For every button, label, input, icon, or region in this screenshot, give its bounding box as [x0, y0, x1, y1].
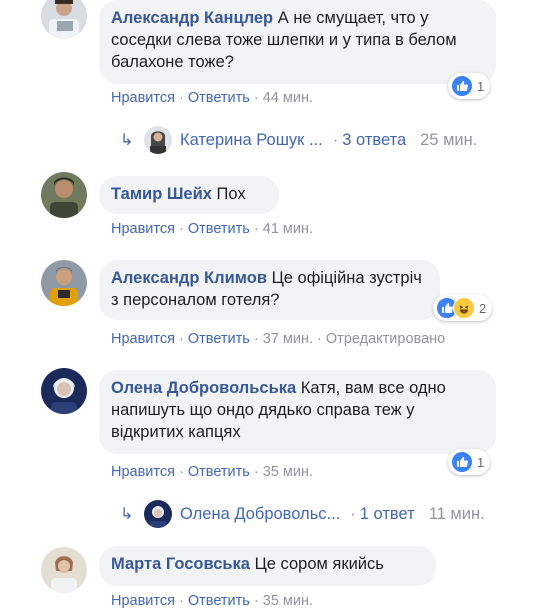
comment-actions: Нравится · Ответить · 35 мин. [111, 464, 314, 480]
comment-time[interactable]: 44 мин. [263, 90, 313, 106]
avatar [144, 500, 172, 528]
avatar[interactable] [41, 368, 87, 414]
reaction-summary[interactable]: 1 [448, 73, 491, 99]
reply-count: 1 ответ [359, 504, 415, 523]
reply-link[interactable]: Ответить [188, 331, 250, 347]
reply-link[interactable]: Ответить [188, 464, 250, 480]
comment-time[interactable]: 35 мин. [263, 464, 313, 480]
reply-time: 11 мин. [428, 504, 485, 523]
comment-author[interactable]: Александр Канцлер [111, 9, 273, 27]
comment-author[interactable]: Олена Добровольська [111, 379, 296, 397]
reply-link[interactable]: Ответить [188, 593, 250, 609]
like-link[interactable]: Нравится [111, 464, 175, 480]
comment-actions: Нравится · Ответить · 37 мин. · Отредакт… [111, 331, 446, 347]
comment-time[interactable]: 35 мин. [263, 593, 313, 609]
comment-text: Пох [216, 185, 246, 203]
comment-actions: Нравится · Ответить · 44 мин. [111, 90, 314, 106]
reaction-count: 2 [479, 300, 487, 316]
haha-icon [453, 297, 475, 319]
avatar [144, 126, 172, 154]
reply-author: Катерина Рошук ... [180, 130, 323, 149]
avatar[interactable] [41, 172, 87, 218]
comment-bubble: Марта Госовська Це сором якийсь [99, 546, 436, 586]
like-icon [451, 75, 473, 97]
avatar[interactable] [41, 260, 87, 306]
reaction-summary[interactable]: 1 [448, 449, 491, 475]
reply-link[interactable]: Ответить [188, 90, 250, 106]
comment-bubble: Александр Канцлер А не смущает, что у со… [99, 0, 496, 84]
like-link[interactable]: Нравится [111, 90, 175, 106]
reply-link[interactable]: Ответить [188, 221, 250, 237]
reaction-count: 1 [477, 78, 485, 94]
reply-count: 3 ответа [342, 130, 407, 149]
like-link[interactable]: Нравится [111, 593, 175, 609]
edited-label[interactable]: Отредактировано [326, 331, 445, 347]
replies-link[interactable]: ↳ Олена Добровольс... · 1 ответ 11 мин. [120, 498, 485, 530]
reply-arrow-icon: ↳ [120, 132, 134, 149]
comment-author[interactable]: Тамир Шейх [111, 185, 212, 203]
reaction-count: 1 [477, 454, 485, 470]
comment-actions: Нравится · Ответить · 35 мин. [111, 593, 314, 609]
comment-bubble: Олена Добровольська Катя, вам все одно н… [99, 370, 496, 454]
comment-bubble: Тамир Шейх Пох [99, 176, 279, 214]
like-link[interactable]: Нравится [111, 221, 175, 237]
comment-text: Це сором якийсь [254, 555, 384, 573]
comment-actions: Нравится · Ответить · 41 мин. [111, 221, 314, 237]
replies-link[interactable]: ↳ Катерина Рошук ... · 3 ответа 25 мин. [120, 124, 477, 156]
comment-author[interactable]: Марта Госовська [111, 555, 250, 573]
like-icon [451, 451, 473, 473]
comment-time[interactable]: 41 мин. [263, 221, 313, 237]
reaction-summary[interactable]: 2 [433, 295, 493, 321]
avatar[interactable] [41, 547, 87, 593]
comment-author[interactable]: Александр Климов [111, 269, 267, 287]
comment-time[interactable]: 37 мин. [263, 331, 313, 347]
reply-arrow-icon: ↳ [120, 506, 134, 523]
reply-author: Олена Добровольс... [180, 504, 341, 523]
reply-time: 25 мин. [420, 130, 478, 149]
like-link[interactable]: Нравится [111, 331, 175, 347]
avatar[interactable] [41, 0, 87, 39]
comment-bubble: Александр Климов Це офіційна зустріч з п… [99, 260, 440, 320]
